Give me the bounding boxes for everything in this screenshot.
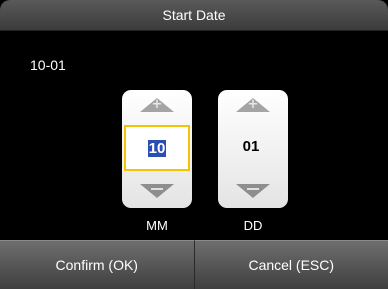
current-date-value: 10-01	[30, 57, 66, 73]
title-bar: Start Date	[0, 0, 388, 31]
minus-icon	[247, 188, 259, 190]
day-unit-label: DD	[243, 218, 263, 233]
cancel-button[interactable]: Cancel (ESC)	[193, 240, 388, 289]
day-field[interactable]: 01	[220, 125, 282, 167]
action-bar: Confirm (OK) Cancel (ESC)	[0, 240, 388, 289]
month-decrement-button[interactable]	[140, 184, 174, 198]
month-field[interactable]: 10	[124, 125, 190, 171]
day-value: 01	[242, 137, 260, 155]
plus-icon: +	[247, 97, 259, 112]
month-spinner[interactable]: + 10	[122, 90, 192, 208]
day-spinner[interactable]: + 01	[218, 90, 288, 208]
confirm-button[interactable]: Confirm (OK)	[0, 240, 194, 289]
plus-icon: +	[151, 97, 163, 112]
day-decrement-button[interactable]	[236, 184, 270, 198]
page-title: Start Date	[162, 7, 226, 23]
minus-icon	[151, 188, 163, 190]
month-unit-label: MM	[146, 218, 168, 233]
month-value: 10	[147, 139, 167, 157]
